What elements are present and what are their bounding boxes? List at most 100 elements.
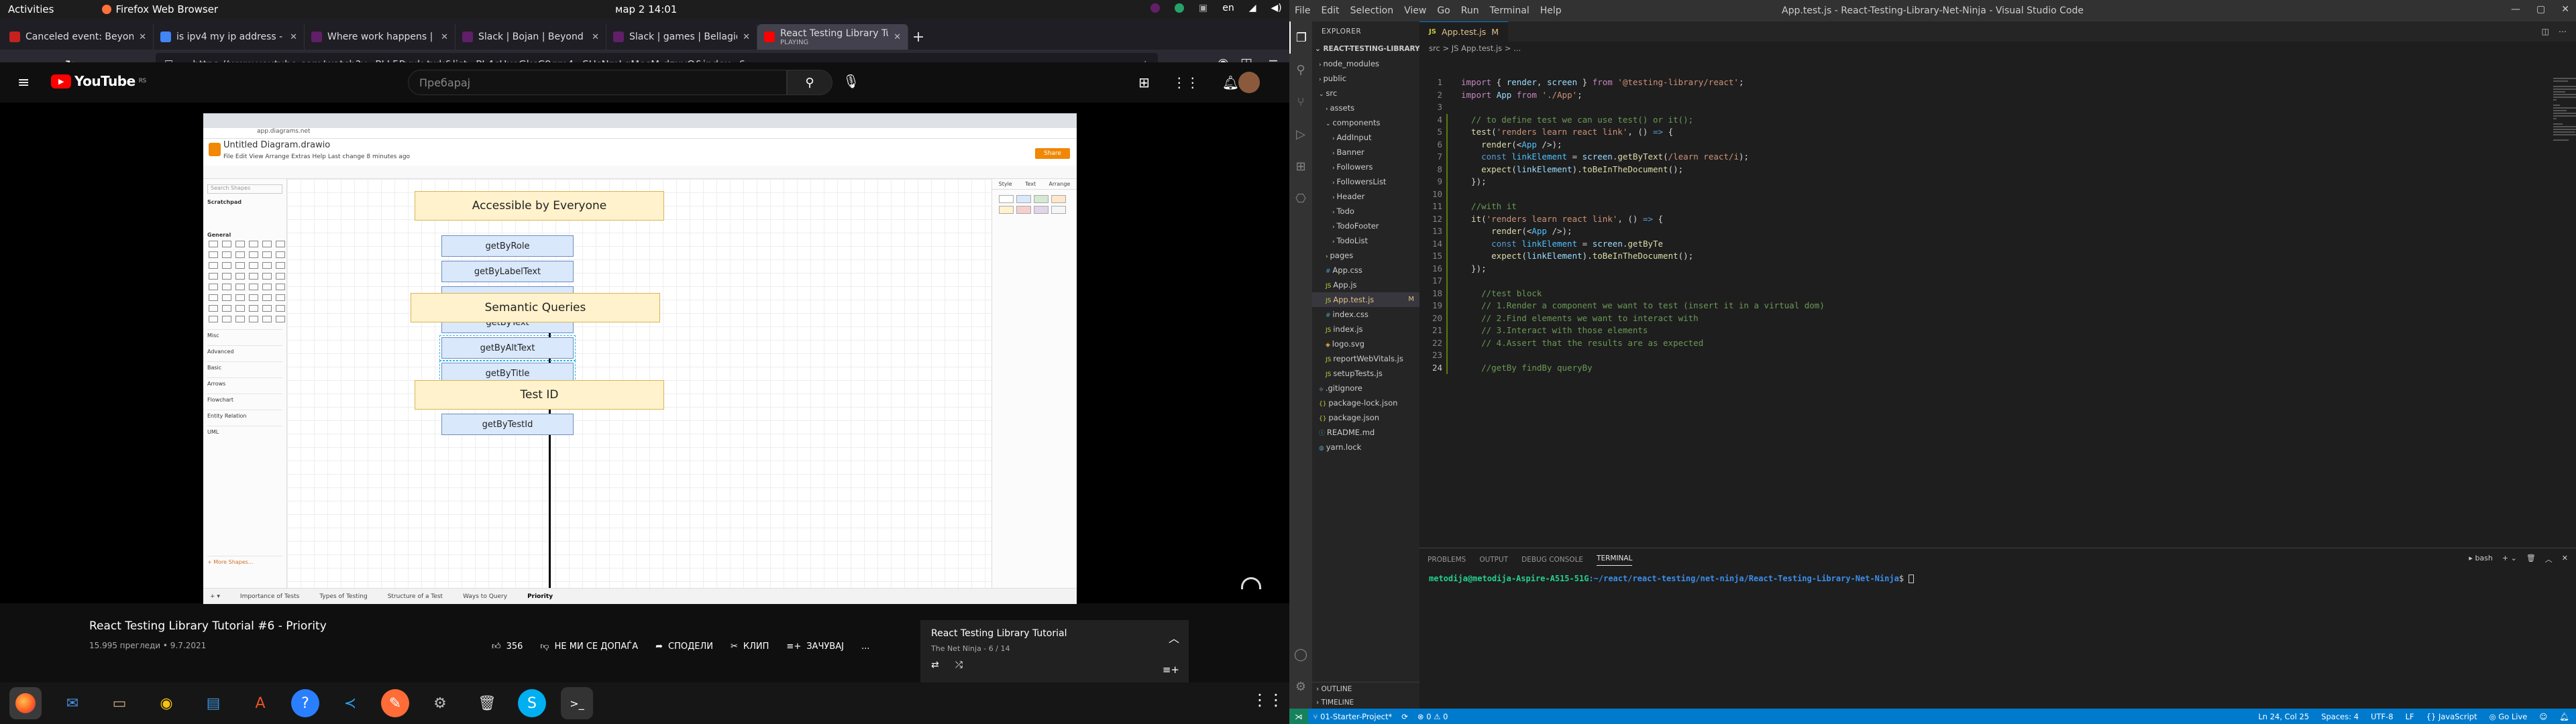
breadcrumb[interactable]: src > JS App.test.js > ... xyxy=(1419,42,2576,55)
maximize-icon[interactable]: ▢ xyxy=(2536,4,2545,15)
explorer-item[interactable]: › TodoList xyxy=(1312,233,1419,248)
tab-close-icon[interactable]: ✕ xyxy=(290,32,297,42)
line-endings[interactable]: LF xyxy=(2406,712,2414,721)
feedback-icon[interactable]: ☺ xyxy=(2539,712,2547,721)
search-icon[interactable]: ⚲ xyxy=(1289,54,1312,86)
explorer-item[interactable]: ⓘ README.md xyxy=(1312,425,1419,440)
browser-tab[interactable]: Where work happens | Sl ✕ xyxy=(305,24,455,50)
save-button[interactable]: ≡+ ЗАЧУВАЈ xyxy=(786,642,844,652)
browser-tab[interactable]: Slack | games | Bellagio | ✕ xyxy=(606,24,757,50)
vscode-dock-icon[interactable]: ≺ xyxy=(334,687,366,719)
vscode-menu-item[interactable]: Run xyxy=(1461,5,1479,16)
explorer-item[interactable]: › assets xyxy=(1312,101,1419,115)
explorer-item[interactable]: › node_modules xyxy=(1312,56,1419,71)
like-button[interactable]: 👍︎ 356 xyxy=(492,642,523,652)
explorer-item[interactable]: ⌄ src xyxy=(1312,86,1419,101)
vscode-menu-item[interactable]: File xyxy=(1295,5,1310,16)
share-button[interactable]: ➦ СПОДЕЛИ xyxy=(655,642,713,652)
go-live-button[interactable]: ◎ Go Live xyxy=(2489,712,2528,721)
vscode-menu-item[interactable]: Edit xyxy=(1321,5,1339,16)
explorer-item[interactable]: › FollowersList xyxy=(1312,174,1419,189)
chevron-up-icon[interactable]: ︿ xyxy=(1169,629,1179,646)
search-button[interactable]: ⚲ xyxy=(787,70,833,95)
more-icon[interactable]: ⋯ xyxy=(2559,27,2567,36)
settings-dock-icon[interactable]: ⚙ xyxy=(424,687,456,719)
youtube-logo[interactable]: ▶ YouTube RS xyxy=(51,73,146,89)
code-editor[interactable]: 1 import { render, screen } from '@testin… xyxy=(1419,76,2493,374)
explorer-item[interactable]: JS App.test.js M xyxy=(1312,292,1419,307)
explorer-icon[interactable]: ❐ xyxy=(1289,21,1312,54)
explorer-item[interactable]: JS App.js xyxy=(1312,278,1419,292)
postman-dock-icon[interactable]: ✎ xyxy=(381,689,409,717)
youtube-search-input[interactable]: Пребарај xyxy=(408,70,787,95)
cursor-position[interactable]: Ln 24, Col 25 xyxy=(2258,712,2309,721)
browser-tab[interactable]: React Testing Library Tut PLAYING ✕ xyxy=(757,24,908,50)
loop-icon[interactable]: ⇄ xyxy=(931,660,939,670)
vscode-menu-item[interactable]: Terminal xyxy=(1490,5,1529,16)
thunderbird-dock-icon[interactable]: ✉ xyxy=(56,687,89,719)
remote-indicator-icon[interactable]: ⋊ xyxy=(1289,709,1308,724)
explorer-item[interactable]: ◍ yarn.lock xyxy=(1312,440,1419,455)
account-icon[interactable]: ◯ xyxy=(1289,638,1312,670)
app-menu[interactable]: Firefox Web Browser xyxy=(102,3,218,15)
browser-tab[interactable]: Slack | Bojan | Beyond Bu ✕ xyxy=(455,24,606,50)
split-editor-icon[interactable]: ◫ xyxy=(2542,27,2549,36)
activities-button[interactable]: Activities xyxy=(8,3,54,15)
tab-close-icon[interactable]: ✕ xyxy=(592,32,599,42)
run-debug-icon[interactable]: ▷ xyxy=(1289,118,1312,150)
writer-dock-icon[interactable]: ▤ xyxy=(197,687,229,719)
trash-icon[interactable]: 🗑︎ xyxy=(2526,554,2536,564)
minimap[interactable] xyxy=(2553,76,2576,157)
explorer-item[interactable]: {} package.json xyxy=(1312,410,1419,425)
slack-tray-icon[interactable] xyxy=(1150,3,1160,13)
explorer-item[interactable]: › public xyxy=(1312,71,1419,86)
microphone-icon[interactable]: 🎙︎ xyxy=(843,73,859,89)
new-tab-icon[interactable]: + xyxy=(908,24,928,50)
network-icon[interactable]: ◢ xyxy=(1249,3,1256,13)
terminal-shell-label[interactable]: ▸ bash xyxy=(2469,554,2492,564)
shuffle-icon[interactable]: ⤮ xyxy=(955,660,963,670)
language-mode[interactable]: {} JavaScript xyxy=(2426,712,2477,721)
explorer-item[interactable]: › Todo xyxy=(1312,204,1419,219)
explorer-item[interactable]: JS index.js xyxy=(1312,322,1419,337)
tab-close-icon[interactable]: ✕ xyxy=(894,32,901,42)
timeline-section[interactable]: › TIMELINE xyxy=(1312,696,1419,709)
browser-tab[interactable]: Canceled event: Beyond ✕ xyxy=(3,24,154,50)
panel-tab[interactable]: DEBUG CONSOLE xyxy=(1521,556,1583,564)
panel-tab[interactable]: TERMINAL xyxy=(1597,554,1633,566)
explorer-item[interactable]: › AddInput xyxy=(1312,130,1419,145)
source-control-icon[interactable]: ⑂ xyxy=(1289,86,1312,118)
volume-icon[interactable]: ◀) xyxy=(1271,3,1282,13)
explorer-item[interactable]: # App.css xyxy=(1312,263,1419,278)
explorer-item[interactable]: ⌄ components xyxy=(1312,115,1419,130)
tab-close-icon[interactable]: ✕ xyxy=(743,32,750,42)
explorer-item[interactable]: # index.css xyxy=(1312,307,1419,322)
git-branch[interactable]: ⑂ 01-Starter-Project* xyxy=(1313,712,1393,721)
extensions-icon[interactable]: ⊞ xyxy=(1289,150,1312,182)
notifications-icon[interactable]: 🔔︎ xyxy=(2559,712,2569,721)
minimize-icon[interactable]: — xyxy=(2511,4,2520,15)
terminal[interactable]: metodija@metodija-Aspire-A515-51G:~/reac… xyxy=(1429,574,1915,583)
dropbox-tray-icon[interactable]: ▣ xyxy=(1199,3,1208,13)
help-dock-icon[interactable]: ? xyxy=(291,689,319,717)
skype-dock-icon[interactable]: S xyxy=(518,689,546,717)
vscode-menu-item[interactable]: View xyxy=(1404,5,1426,16)
vscode-menu-item[interactable]: Go xyxy=(1437,5,1450,16)
vscode-menu-item[interactable]: Selection xyxy=(1350,5,1394,16)
trash-dock-icon[interactable]: 🗑︎ xyxy=(471,687,503,719)
panel-tab[interactable]: OUTPUT xyxy=(1479,556,1508,564)
maximize-panel-icon[interactable]: ︿ xyxy=(2545,554,2553,564)
problems-count[interactable]: ⊗ 0 ⚠ 0 xyxy=(1417,712,1448,721)
encoding[interactable]: UTF-8 xyxy=(2371,712,2394,721)
explorer-item[interactable]: JS reportWebVitals.js xyxy=(1312,351,1419,366)
browser-tab[interactable]: is ipv4 my ip address - Пр ✕ xyxy=(154,24,305,50)
software-dock-icon[interactable]: A xyxy=(244,687,276,719)
explorer-item[interactable]: › pages xyxy=(1312,248,1419,263)
outline-section[interactable]: › OUTLINE xyxy=(1312,682,1419,696)
apps-grid-icon[interactable]: ⋮⋮ xyxy=(1173,74,1199,90)
explorer-item[interactable]: › Followers xyxy=(1312,160,1419,174)
hamburger-menu-icon[interactable]: ≡ xyxy=(17,74,30,91)
explorer-item[interactable]: {} package-lock.json xyxy=(1312,396,1419,410)
indentation[interactable]: Spaces: 4 xyxy=(2321,712,2359,721)
vscode-menu-item[interactable]: Help xyxy=(1540,5,1562,16)
